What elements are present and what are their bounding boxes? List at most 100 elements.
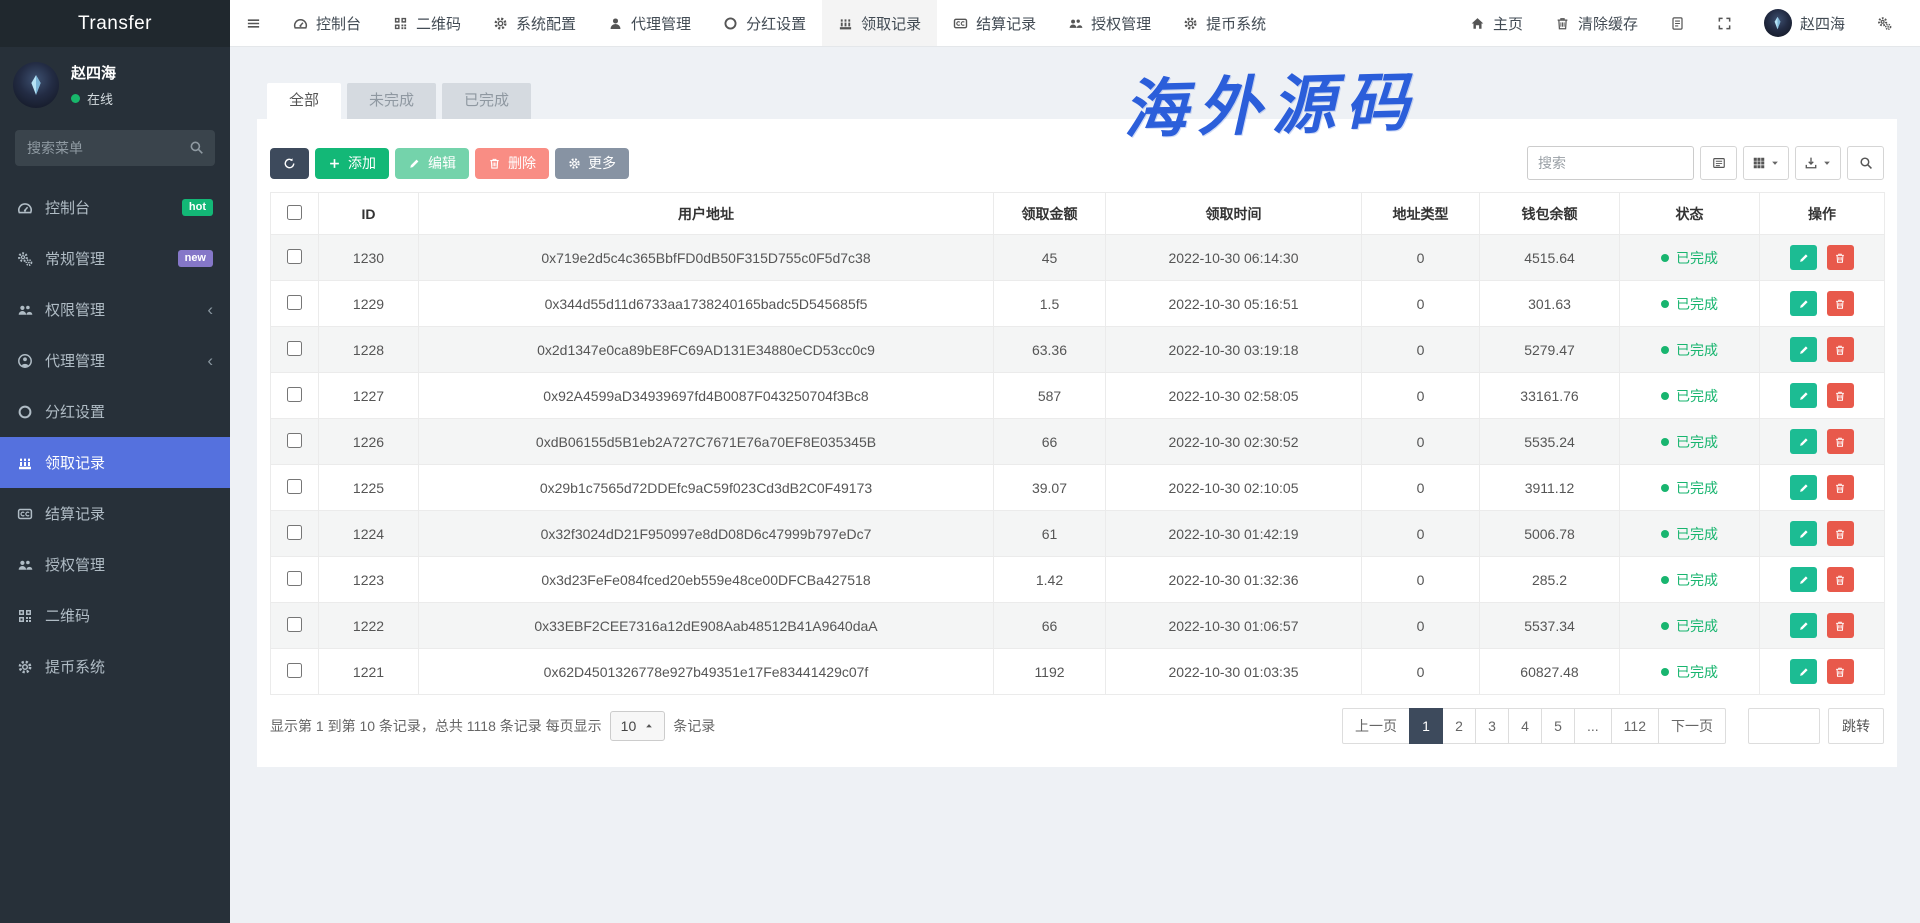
row-checkbox[interactable]: [287, 479, 302, 494]
topnav-item[interactable]: 授权管理: [1052, 0, 1167, 46]
row-edit-button[interactable]: [1790, 429, 1817, 454]
topnav-item[interactable]: 领取记录: [822, 0, 937, 46]
tab[interactable]: 已完成: [442, 83, 531, 119]
sidebar-item-label: 结算记录: [45, 503, 105, 524]
export-button[interactable]: [1795, 146, 1841, 180]
trash-icon: [1834, 482, 1846, 494]
topnav-item[interactable]: 控制台: [277, 0, 377, 46]
page-button[interactable]: 2: [1442, 708, 1476, 744]
row-delete-button[interactable]: [1827, 337, 1854, 362]
row-checkbox[interactable]: [287, 663, 302, 678]
sidebar-item[interactable]: 领取记录: [0, 437, 230, 488]
row-checkbox[interactable]: [287, 249, 302, 264]
sidebar-item[interactable]: 提币系统: [0, 641, 230, 692]
row-edit-button[interactable]: [1790, 245, 1817, 270]
refresh-button[interactable]: [270, 148, 309, 179]
topnav-item-label: 控制台: [316, 13, 361, 34]
docs-button[interactable]: [1654, 0, 1701, 46]
page-button[interactable]: 3: [1475, 708, 1509, 744]
page-button[interactable]: 4: [1508, 708, 1542, 744]
columns-button[interactable]: [1743, 146, 1789, 180]
user-menu[interactable]: 赵四海: [1748, 0, 1861, 46]
jump-button[interactable]: 跳转: [1828, 708, 1884, 744]
tab[interactable]: 全部: [267, 83, 341, 119]
topnav-item[interactable]: 系统配置: [477, 0, 592, 46]
row-edit-button[interactable]: [1790, 613, 1817, 638]
row-delete-button[interactable]: [1827, 475, 1854, 500]
pagination-info: 显示第 1 到第 10 条记录，总共 1118 条记录 每页显示 10 条记录: [270, 711, 715, 741]
row-edit-button[interactable]: [1790, 521, 1817, 546]
row-delete-button[interactable]: [1827, 613, 1854, 638]
delete-button[interactable]: 删除: [475, 148, 549, 179]
sidebar-toggle-button[interactable]: [230, 0, 277, 46]
add-button[interactable]: 添加: [315, 148, 389, 179]
page-button[interactable]: 下一页: [1658, 708, 1726, 744]
row-edit-button[interactable]: [1790, 659, 1817, 684]
sidebar-item[interactable]: 分红设置: [0, 386, 230, 437]
select-all-checkbox[interactable]: [287, 205, 302, 220]
row-edit-button[interactable]: [1790, 337, 1817, 362]
table-search-input[interactable]: [1527, 146, 1694, 180]
row-delete-button[interactable]: [1827, 291, 1854, 316]
cell-amount: 39.07: [994, 465, 1106, 511]
page-button[interactable]: 112: [1611, 708, 1659, 744]
cell-amount: 61: [994, 511, 1106, 557]
pencil-icon: [1798, 666, 1810, 678]
row-checkbox[interactable]: [287, 341, 302, 356]
jump-page-input[interactable]: [1748, 708, 1820, 744]
row-delete-button[interactable]: [1827, 521, 1854, 546]
hamburger-icon: [246, 16, 261, 31]
row-delete-button[interactable]: [1827, 383, 1854, 408]
toggle-view-button[interactable]: [1700, 146, 1737, 180]
more-button[interactable]: 更多: [555, 148, 629, 179]
row-edit-button[interactable]: [1790, 383, 1817, 408]
page-button[interactable]: 1: [1409, 708, 1443, 744]
cell-balance: 285.2: [1480, 557, 1620, 603]
cell-address: 0x29b1c7565d72DDEfc9aC59f023Cd3dB2C0F491…: [419, 465, 994, 511]
page-size-select[interactable]: 10: [610, 711, 666, 741]
row-delete-button[interactable]: [1827, 429, 1854, 454]
edit-button[interactable]: 编辑: [395, 148, 469, 179]
row-checkbox[interactable]: [287, 295, 302, 310]
settings-button[interactable]: [1861, 0, 1908, 46]
topnav-right: 主页 清除缓存 赵四海: [1454, 0, 1920, 46]
sidebar-item[interactable]: 控制台 hot: [0, 182, 230, 233]
sidebar-item[interactable]: 结算记录: [0, 488, 230, 539]
menu-search-input[interactable]: [15, 130, 215, 166]
sidebar-item[interactable]: 常规管理 new: [0, 233, 230, 284]
sidebar-item[interactable]: 二维码: [0, 590, 230, 641]
row-checkbox[interactable]: [287, 387, 302, 402]
clear-cache-button[interactable]: 清除缓存: [1539, 0, 1654, 46]
row-delete-button[interactable]: [1827, 567, 1854, 592]
row-checkbox[interactable]: [287, 433, 302, 448]
cell-balance: 60827.48: [1480, 649, 1620, 695]
topnav-item[interactable]: 分红设置: [707, 0, 822, 46]
row-delete-button[interactable]: [1827, 659, 1854, 684]
page-button[interactable]: ...: [1574, 708, 1612, 744]
avatar: [1764, 9, 1792, 37]
row-delete-button[interactable]: [1827, 245, 1854, 270]
fullscreen-button[interactable]: [1701, 0, 1748, 46]
row-edit-button[interactable]: [1790, 567, 1817, 592]
sidebar-item[interactable]: 权限管理 ‹: [0, 284, 230, 335]
topnav-item[interactable]: 二维码: [377, 0, 477, 46]
page-button[interactable]: 上一页: [1342, 708, 1410, 744]
row-edit-button[interactable]: [1790, 475, 1817, 500]
row-checkbox[interactable]: [287, 617, 302, 632]
row-checkbox[interactable]: [287, 571, 302, 586]
row-checkbox[interactable]: [287, 525, 302, 540]
home-button[interactable]: 主页: [1454, 0, 1539, 46]
topnav-item[interactable]: 提币系统: [1167, 0, 1282, 46]
search-button[interactable]: [1847, 146, 1884, 180]
cell-time: 2022-10-30 03:19:18: [1106, 327, 1362, 373]
row-edit-button[interactable]: [1790, 291, 1817, 316]
topnav-item[interactable]: 结算记录: [937, 0, 1052, 46]
sidebar-item[interactable]: 代理管理 ‹: [0, 335, 230, 386]
sidebar-item-label: 控制台: [45, 197, 90, 218]
topnav-item[interactable]: 代理管理: [592, 0, 707, 46]
tab[interactable]: 未完成: [347, 83, 436, 119]
sidebar-item[interactable]: 授权管理: [0, 539, 230, 590]
page-button[interactable]: 5: [1541, 708, 1575, 744]
pagination: 上一页 1 2 3 4 5 ... 112 下一页: [1342, 708, 1726, 744]
sidebar-item-label: 常规管理: [45, 248, 105, 269]
